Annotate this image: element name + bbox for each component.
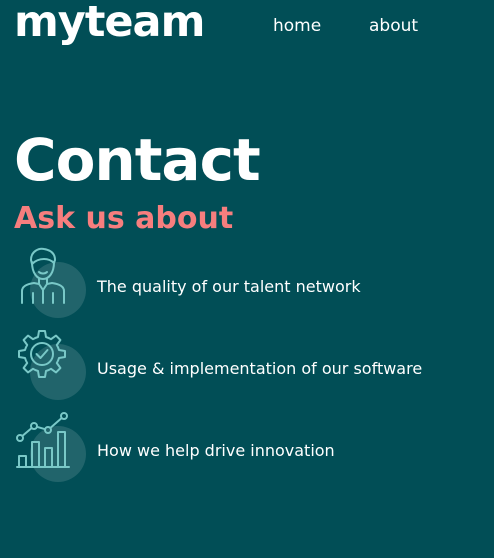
contact-page: myteam home about Contact Ask us about T… (0, 0, 494, 558)
chart-icon (14, 410, 90, 486)
nav-about-link[interactable]: about (369, 12, 418, 40)
list-item-software: Usage & implementation of our software (0, 328, 494, 408)
section-subtitle: Ask us about (14, 201, 234, 236)
list-item-label: How we help drive innovation (97, 441, 335, 460)
main-nav: home about (0, 12, 494, 40)
list-item-talent: The quality of our talent network (0, 246, 494, 326)
page-title: Contact (14, 126, 261, 194)
list-item-label: The quality of our talent network (97, 277, 361, 296)
nav-home-link[interactable]: home (273, 12, 321, 40)
list-item-label: Usage & implementation of our software (97, 359, 423, 378)
gear-check-icon (14, 328, 90, 404)
list-item-innovation: How we help drive innovation (0, 410, 494, 490)
person-icon (14, 246, 90, 322)
